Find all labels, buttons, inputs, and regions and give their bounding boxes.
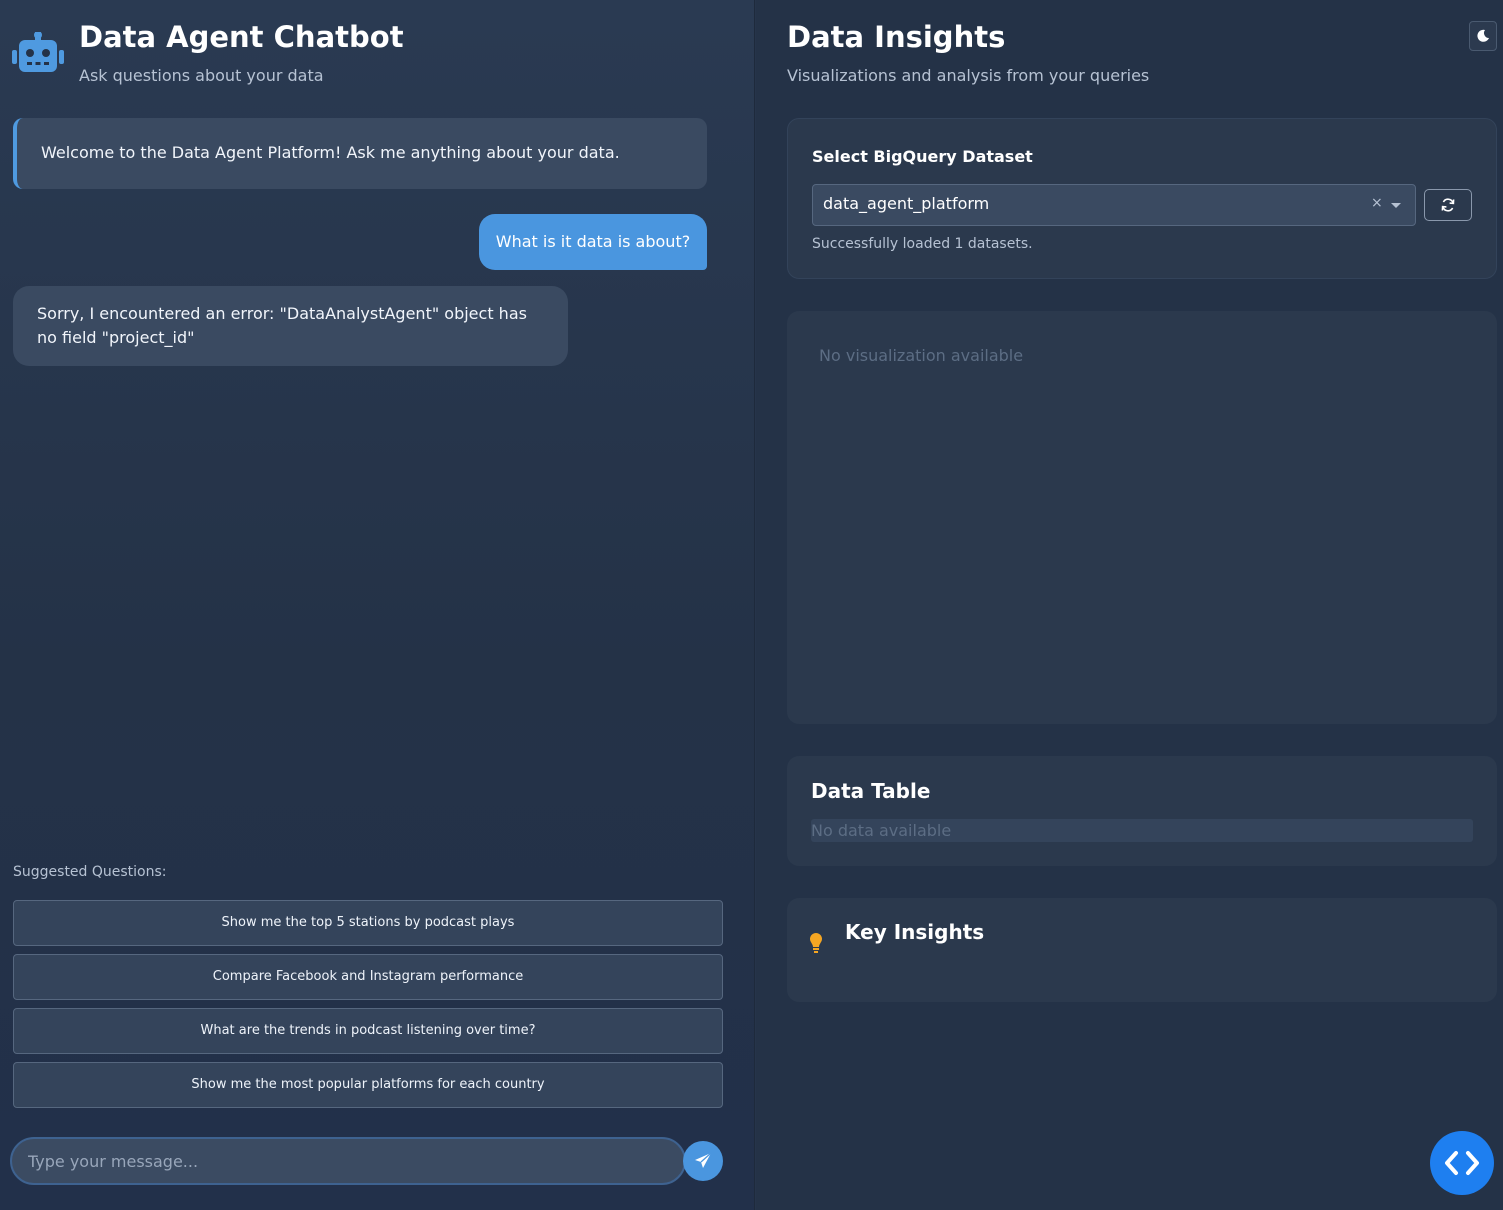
code-icon xyxy=(1445,1151,1479,1175)
send-button[interactable] xyxy=(683,1141,723,1181)
key-insights-card: Key Insights xyxy=(787,898,1497,1002)
dataset-card: Select BigQuery Dataset data_agent_platf… xyxy=(787,118,1497,279)
insights-subtitle: Visualizations and analysis from your qu… xyxy=(787,66,1150,85)
robot-icon xyxy=(12,32,64,72)
message-input-wrapper xyxy=(10,1137,686,1185)
insights-title: Data Insights xyxy=(787,20,1006,54)
lightbulb-icon xyxy=(810,933,822,953)
bot-message: Welcome to the Data Agent Platform! Ask … xyxy=(13,118,707,189)
bot-message-error: Sorry, I encountered an error: "DataAnal… xyxy=(13,286,568,366)
visualization-card: No visualization available xyxy=(787,311,1497,724)
user-message: What is it data is about? xyxy=(479,214,707,270)
visualization-empty-text: No visualization available xyxy=(819,346,1024,365)
dataset-selected-value: data_agent_platform xyxy=(823,194,990,213)
suggestion-button[interactable]: Show me the most popular platforms for e… xyxy=(13,1062,723,1108)
refresh-icon xyxy=(1441,198,1455,212)
moon-icon xyxy=(1477,29,1489,42)
suggestion-button[interactable]: Compare Facebook and Instagram performan… xyxy=(13,954,723,1000)
chat-panel: Data Agent Chatbot Ask questions about y… xyxy=(0,0,755,1210)
clear-icon[interactable]: × xyxy=(1371,195,1383,211)
message-input[interactable] xyxy=(28,1139,668,1183)
dataset-select[interactable]: data_agent_platform × xyxy=(812,184,1416,226)
suggestion-button[interactable]: What are the trends in podcast listening… xyxy=(13,1008,723,1054)
refresh-button[interactable] xyxy=(1424,189,1472,221)
page-subtitle: Ask questions about your data xyxy=(79,66,324,85)
data-table-title: Data Table xyxy=(811,779,931,803)
data-table-card: Data Table No data available xyxy=(787,756,1497,866)
data-table-empty: No data available xyxy=(811,819,1473,842)
insights-panel: Data Insights Visualizations and analysi… xyxy=(756,0,1503,1210)
suggestion-button[interactable]: Show me the top 5 stations by podcast pl… xyxy=(13,900,723,946)
code-toggle-button[interactable] xyxy=(1430,1131,1494,1195)
dataset-status: Successfully loaded 1 datasets. xyxy=(812,236,1033,252)
key-insights-title: Key Insights xyxy=(845,920,985,944)
chevron-down-icon[interactable] xyxy=(1391,203,1401,208)
paper-plane-icon xyxy=(695,1152,712,1168)
page-title: Data Agent Chatbot xyxy=(79,20,404,54)
theme-toggle-button[interactable] xyxy=(1469,21,1497,51)
suggested-questions-label: Suggested Questions: xyxy=(13,864,167,880)
dataset-label: Select BigQuery Dataset xyxy=(812,147,1033,166)
